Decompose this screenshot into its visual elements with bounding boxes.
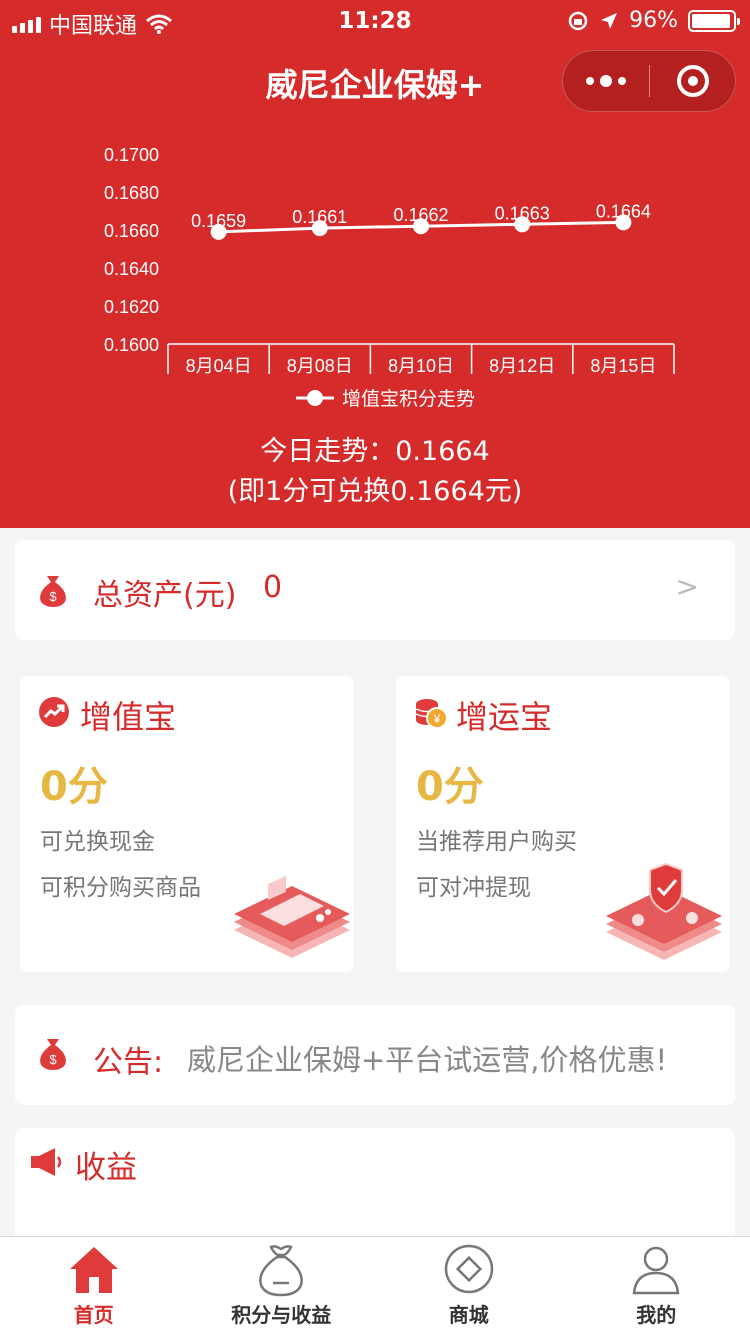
x-tick-label: 8月12日: [489, 356, 555, 376]
income-title: 收益: [75, 1150, 137, 1186]
svg-text:¥: ¥: [433, 712, 441, 726]
y-tick-label: 0.1640: [104, 259, 159, 279]
total-assets-card[interactable]: $ 总资产(元) 0 >: [15, 540, 735, 640]
close-mini-program-button[interactable]: [650, 51, 735, 111]
total-assets-value: 0: [263, 570, 283, 605]
x-tick-label: 8月08日: [287, 356, 353, 376]
today-trend: 今日走势：0.1664: [260, 436, 490, 467]
data-label: 0.1663: [495, 203, 550, 223]
location-arrow-icon: [601, 12, 618, 29]
product-points: 0分: [416, 764, 484, 810]
product-title: 增运宝: [456, 698, 553, 736]
tab-label: 首页: [73, 1303, 114, 1327]
tab-profile[interactable]: 我的: [563, 1237, 750, 1334]
money-bag-icon: $: [40, 576, 66, 607]
product-desc-line: 当推荐用户购买: [416, 829, 577, 855]
announcement-text: 威尼企业保姆+平台试运营,价格优惠!: [187, 1043, 668, 1077]
more-dot-icon: [586, 77, 594, 85]
data-label: 0.1659: [191, 211, 246, 231]
mini-program-capsule: [562, 50, 736, 112]
nav-bar: 威尼企业保姆+: [0, 42, 750, 122]
product-desc-line: 可积分购买商品: [40, 875, 201, 901]
tab-label: 我的: [636, 1303, 677, 1327]
trend-summary: 今日走势：0.1664 (即1分可兑换0.1664元): [0, 432, 750, 512]
profile-icon: [632, 1246, 680, 1295]
coins-icon: ¥: [415, 699, 448, 729]
battery-percent: 96%: [629, 8, 678, 33]
tab-label: 积分与收益: [231, 1303, 332, 1327]
hero-header: 中国联通 11:28 96% 威尼企业保姆+ 0.1600 0.1620 0.1…: [0, 0, 750, 528]
product-card-zengyunbao[interactable]: ¥ 增运宝 0分 当推荐用户购买 可对冲提现: [396, 676, 730, 972]
points-trend-chart: 0.1600 0.1620 0.1640 0.1660 0.1680 0.1700 8月04…: [104, 145, 675, 410]
exchange-rate: (即1分可兑换0.1664元): [227, 476, 523, 507]
home-icon: [69, 1247, 118, 1293]
y-tick-label: 0.1680: [104, 183, 159, 203]
announcement-label: 公告:: [93, 1045, 164, 1080]
battery-icon: [688, 9, 740, 32]
product-desc-line: 可对冲提现: [416, 875, 531, 901]
shop-icon: [444, 1244, 493, 1294]
bottom-tab-bar: 首页 积分与收益 商城 我的: [0, 1236, 750, 1334]
more-dot-icon: [600, 75, 612, 87]
money-bag-icon: [259, 1245, 304, 1297]
svg-text:$: $: [49, 589, 57, 604]
tab-home[interactable]: 首页: [0, 1237, 188, 1334]
data-label: 0.1662: [393, 205, 448, 225]
status-bar: 中国联通 11:28 96%: [0, 0, 750, 42]
tab-label: 商城: [448, 1303, 489, 1327]
status-right: 96%: [567, 8, 740, 33]
trend-up-icon: [39, 697, 69, 727]
x-tick-label: 8月15日: [590, 356, 656, 376]
battery-level: [692, 13, 731, 28]
rotation-lock-icon: [568, 11, 588, 30]
y-tick-label: 0.1600: [104, 335, 159, 355]
target-circle-icon: [676, 65, 709, 97]
tab-points-income[interactable]: 积分与收益: [188, 1237, 376, 1334]
product-title: 增值宝: [80, 698, 177, 736]
announcement-card[interactable]: $ 公告: 威尼企业保姆+平台试运营,价格优惠!: [15, 1005, 735, 1105]
phone-payment-illustration: [234, 876, 350, 958]
shield-security-illustration: [606, 862, 722, 960]
y-tick-label: 0.1660: [104, 221, 159, 241]
x-tick-label: 8月10日: [388, 356, 454, 376]
more-menu-button[interactable]: [563, 51, 649, 111]
y-tick-label: 0.1700: [104, 145, 159, 165]
chevron-right-icon: >: [675, 570, 699, 603]
more-dot-icon: [618, 77, 626, 85]
product-points: 0分: [40, 764, 108, 810]
tab-shop[interactable]: 商城: [375, 1237, 563, 1334]
data-label: 0.1664: [596, 201, 651, 221]
money-bag-icon: $: [40, 1039, 66, 1070]
product-desc-line: 可兑换现金: [40, 829, 155, 855]
x-tick-label: 8月04日: [186, 356, 252, 376]
svg-text:$: $: [49, 1052, 57, 1067]
megaphone-icon: [31, 1148, 62, 1176]
product-card-zengzhibao[interactable]: 增值宝 0分 可兑换现金 可积分购买商品: [20, 676, 354, 972]
legend-label: 增值宝积分走势: [342, 388, 475, 410]
total-assets-label: 总资产(元): [93, 578, 237, 613]
data-label: 0.1661: [292, 207, 347, 227]
y-tick-label: 0.1620: [104, 297, 159, 317]
legend-marker: [307, 390, 323, 406]
